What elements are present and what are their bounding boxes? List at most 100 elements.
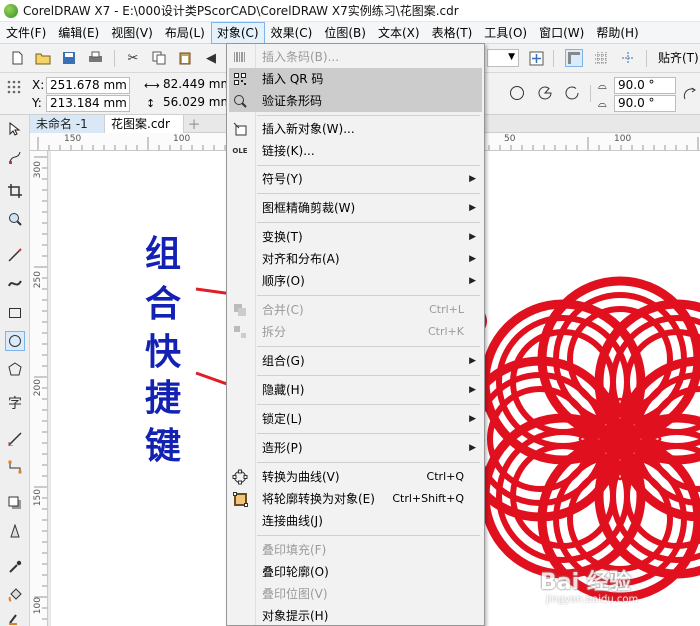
print-icon[interactable] — [86, 49, 104, 67]
annotation-char: 捷 — [144, 377, 181, 419]
add-tab-icon[interactable]: + — [185, 115, 203, 133]
polygon-tool-icon[interactable] — [5, 359, 25, 379]
text-tool-icon[interactable]: 字 — [5, 393, 25, 413]
menu-item-insert-qr-code[interactable]: 插入 QR 码 — [229, 68, 482, 90]
menu-item-overprint-bitmap[interactable]: 叠印位图(V) — [229, 583, 482, 605]
x-position-field[interactable]: 251.678 mm — [46, 77, 130, 94]
start-angle-field[interactable]: 90.0 ° — [614, 77, 676, 94]
menu-item-transform[interactable]: 变换(T) ▶ — [229, 226, 482, 248]
object-origin-icon[interactable] — [5, 78, 23, 96]
ellipse-mode-icon[interactable] — [508, 84, 526, 102]
height-field[interactable]: 56.029 mm — [160, 95, 226, 112]
arc-mode-icon[interactable] — [563, 84, 581, 102]
menu-item-break-apart[interactable]: 拆分 Ctrl+K — [229, 321, 482, 343]
menu-item-overprint-fill[interactable]: 叠印填充(F) — [229, 539, 482, 561]
combine-icon — [232, 302, 248, 318]
drop-shadow-icon[interactable] — [5, 493, 25, 513]
menu-view[interactable]: 视图(V) — [105, 22, 159, 44]
menu-help[interactable]: 帮助(H) — [590, 22, 644, 44]
title-bar: CorelDRAW X7 - E:\000设计类PScorCAD\CorelDR… — [0, 0, 700, 22]
end-angle-field[interactable]: 90.0 ° — [614, 95, 676, 112]
direction-icon[interactable] — [681, 85, 699, 103]
menu-object[interactable]: 对象(C) — [210, 21, 265, 44]
menu-item-order[interactable]: 顺序(O) ▶ — [229, 270, 482, 292]
menu-bitmaps[interactable]: 位图(B) — [318, 22, 372, 44]
menu-item-shortcut: Ctrl+Q — [426, 470, 464, 483]
transparency-tool-icon[interactable] — [5, 521, 25, 541]
zoom-tool-icon[interactable] — [5, 209, 25, 229]
paste-icon[interactable] — [176, 49, 194, 67]
pie-mode-icon[interactable] — [536, 84, 554, 102]
menu-item-lock[interactable]: 锁定(L) ▶ — [229, 408, 482, 430]
qr-code-icon — [232, 71, 248, 87]
submenu-arrow-icon: ▶ — [469, 385, 476, 395]
menu-item-object-hints[interactable]: 对象提示(H) — [229, 605, 482, 625]
height-icon: ↕ — [146, 97, 156, 110]
menu-item-align-distribute[interactable]: 对齐和分布(A) ▶ — [229, 248, 482, 270]
verify-barcode-icon — [232, 93, 248, 109]
show-rulers-icon[interactable] — [565, 49, 583, 67]
snap-to-label[interactable]: 贴齐(T) — [658, 50, 699, 67]
zoom-level-field[interactable]: ▼ — [487, 49, 519, 67]
freehand-tool-icon[interactable] — [5, 245, 25, 265]
menu-tools[interactable]: 工具(O) — [478, 22, 533, 44]
menu-item-powerclip[interactable]: 图框精确剪裁(W) ▶ — [229, 197, 482, 219]
menu-item-insert-new-object[interactable]: 插入新对象(W)... — [229, 118, 482, 140]
menu-item-combine[interactable]: 合并(C) Ctrl+L — [229, 299, 482, 321]
menu-item-label: 造形(P) — [262, 441, 303, 455]
menu-item-convert-to-curves[interactable]: 转换为曲线(V) Ctrl+Q — [229, 466, 482, 488]
tab-untitled[interactable]: 未命名 -1 — [30, 115, 104, 133]
eyedropper-tool-icon[interactable] — [5, 557, 25, 577]
show-grid-icon[interactable] — [592, 49, 610, 67]
show-guidelines-icon[interactable] — [619, 49, 637, 67]
width-field[interactable]: 82.449 mm — [160, 77, 226, 94]
menu-effects[interactable]: 效果(C) — [265, 22, 319, 44]
menu-item-overprint-outline[interactable]: 叠印轮廓(O) — [229, 561, 482, 583]
menu-layout[interactable]: 布局(L) — [159, 22, 211, 44]
red-flower-pattern[interactable] — [457, 276, 700, 602]
open-folder-icon[interactable] — [34, 49, 52, 67]
artistic-media-icon[interactable] — [5, 273, 25, 293]
menu-item-label: 对象提示(H) — [262, 609, 329, 623]
width-icon: ⟷ — [144, 79, 160, 92]
menu-file[interactable]: 文件(F) — [0, 22, 52, 44]
menu-item-label: 符号(Y) — [262, 172, 303, 186]
new-document-icon[interactable] — [8, 49, 26, 67]
connector-tool-icon[interactable] — [5, 457, 25, 477]
menu-item-links[interactable]: OLE 链接(K)... — [229, 140, 482, 162]
menu-item-group[interactable]: 组合(G) ▶ — [229, 350, 482, 372]
cut-icon[interactable]: ✂ — [124, 49, 142, 67]
menu-item-validate-barcode[interactable]: 验证条形码 — [229, 90, 482, 112]
menu-item-hide[interactable]: 隐藏(H) ▶ — [229, 379, 482, 401]
crop-tool-icon[interactable] — [5, 181, 25, 201]
submenu-arrow-icon: ▶ — [469, 232, 476, 242]
submenu-arrow-icon: ▶ — [469, 276, 476, 286]
menu-window[interactable]: 窗口(W) — [533, 22, 590, 44]
parallel-dimension-icon[interactable] — [5, 429, 25, 449]
menu-item-symbol[interactable]: 符号(Y) ▶ — [229, 168, 482, 190]
shape-tool-icon[interactable] — [5, 147, 25, 167]
menu-item-label: 将轮廓转换为对象(E) — [262, 492, 375, 506]
menu-item-label: 链接(K)... — [262, 144, 315, 158]
pick-tool-icon[interactable] — [5, 119, 25, 139]
undo-icon[interactable]: ◀ — [202, 49, 220, 67]
save-icon[interactable] — [60, 49, 78, 67]
menu-item-join-curves[interactable]: 连接曲线(J) — [229, 510, 482, 532]
menu-item-shaping[interactable]: 造形(P) ▶ — [229, 437, 482, 459]
full-screen-preview-icon[interactable] — [527, 49, 545, 67]
menu-edit[interactable]: 编辑(E) — [52, 22, 105, 44]
interactive-fill-icon[interactable] — [5, 585, 25, 605]
copy-icon[interactable] — [150, 49, 168, 67]
ellipse-tool-icon[interactable] — [5, 331, 25, 351]
y-position-field[interactable]: 213.184 mm — [46, 95, 130, 112]
tab-flower-pattern[interactable]: 花图案.cdr — [104, 115, 184, 133]
menu-item-label: 合并(C) — [262, 303, 304, 317]
rectangle-tool-icon[interactable] — [5, 303, 25, 323]
convert-curves-icon — [232, 469, 248, 485]
menu-text[interactable]: 文本(X) — [372, 22, 426, 44]
smart-fill-icon[interactable] — [5, 609, 25, 626]
menu-table[interactable]: 表格(T) — [426, 22, 479, 44]
object-menu-dropdown: 插入条码(B)... 插入 QR 码 验证条形码 插入新对象(W)... OLE… — [226, 43, 485, 626]
menu-item-insert-barcode[interactable]: 插入条码(B)... — [229, 46, 482, 68]
menu-item-outline-to-object[interactable]: 将轮廓转换为对象(E) Ctrl+Shift+Q — [229, 488, 482, 510]
